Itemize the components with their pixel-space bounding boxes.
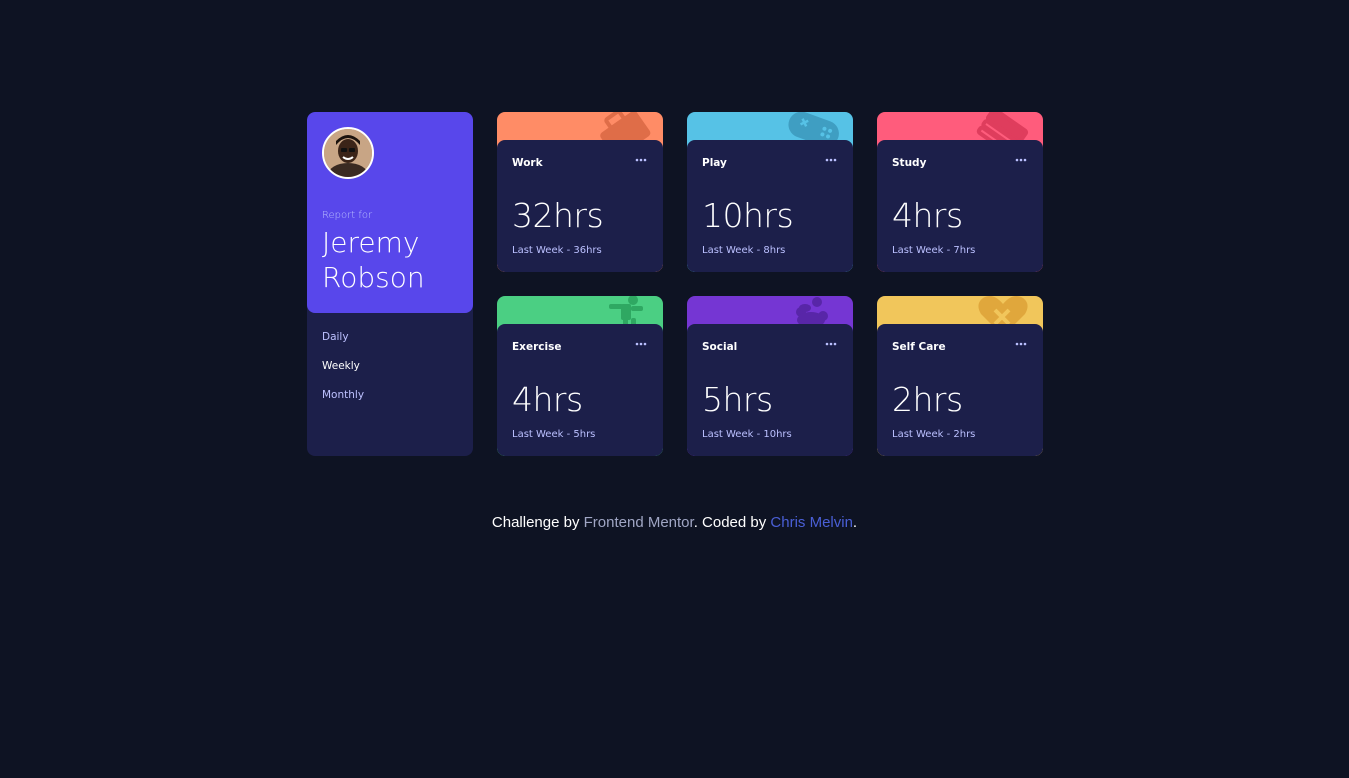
previous-hours: Last Week - 7hrs — [892, 245, 976, 256]
profile-card: Report for Jeremy Robson Daily Weekly Mo… — [307, 112, 473, 456]
period-weekly[interactable]: Weekly — [322, 360, 364, 389]
card-study: Study 4hrs Last Week - 7hrs — [877, 112, 1043, 272]
card-body[interactable]: Exercise 4hrs Last Week - 5hrs — [497, 324, 663, 456]
attribution-prefix: Challenge by — [491, 514, 584, 531]
profile-header: Report for Jeremy Robson — [307, 112, 473, 313]
frontend-mentor-link[interactable]: Frontend Mentor — [584, 514, 694, 531]
ellipsis-icon[interactable] — [1014, 339, 1028, 349]
card-social: Social 5hrs Last Week - 10hrs — [687, 296, 853, 456]
card-play: Play 10hrs Last Week - 8hrs — [687, 112, 853, 272]
previous-hours: Last Week - 8hrs — [702, 245, 786, 256]
attribution-suffix: . — [852, 514, 858, 531]
period-monthly[interactable]: Monthly — [322, 389, 364, 418]
user-name: Jeremy Robson — [322, 226, 425, 294]
current-hours: 32hrs — [512, 196, 604, 235]
card-title: Social — [702, 341, 738, 353]
author-link[interactable]: Chris Melvin — [770, 514, 853, 531]
card-title: Self Care — [892, 341, 946, 353]
card-body[interactable]: Self Care 2hrs Last Week - 2hrs — [877, 324, 1043, 456]
ellipsis-icon[interactable] — [634, 339, 648, 349]
ellipsis-icon[interactable] — [634, 155, 648, 165]
card-title: Work — [512, 157, 543, 169]
attribution-middle: . Coded by — [693, 514, 771, 531]
card-title: Play — [702, 157, 727, 169]
current-hours: 2hrs — [892, 380, 963, 419]
card-title: Study — [892, 157, 927, 169]
report-for-label: Report for — [322, 210, 373, 221]
previous-hours: Last Week - 2hrs — [892, 429, 976, 440]
card-exercise: Exercise 4hrs Last Week - 5hrs — [497, 296, 663, 456]
ellipsis-icon[interactable] — [1014, 155, 1028, 165]
ellipsis-icon[interactable] — [824, 339, 838, 349]
current-hours: 4hrs — [892, 196, 963, 235]
card-body[interactable]: Work 32hrs Last Week - 36hrs — [497, 140, 663, 272]
period-selector: Daily Weekly Monthly — [322, 331, 364, 418]
card-self-care: Self Care 2hrs Last Week - 2hrs — [877, 296, 1043, 456]
previous-hours: Last Week - 36hrs — [512, 245, 602, 256]
attribution: Challenge by Frontend Mentor. Coded by C… — [0, 514, 1349, 531]
card-body[interactable]: Play 10hrs Last Week - 8hrs — [687, 140, 853, 272]
previous-hours: Last Week - 10hrs — [702, 429, 792, 440]
card-body[interactable]: Study 4hrs Last Week - 7hrs — [877, 140, 1043, 272]
card-work: Work 32hrs Last Week - 36hrs — [497, 112, 663, 272]
current-hours: 4hrs — [512, 380, 583, 419]
avatar — [322, 127, 374, 179]
time-tracking-dashboard: Report for Jeremy Robson Daily Weekly Mo… — [307, 112, 1043, 456]
previous-hours: Last Week - 5hrs — [512, 429, 596, 440]
card-title: Exercise — [512, 341, 562, 353]
period-daily[interactable]: Daily — [322, 331, 364, 360]
ellipsis-icon[interactable] — [824, 155, 838, 165]
current-hours: 10hrs — [702, 196, 794, 235]
current-hours: 5hrs — [702, 380, 773, 419]
card-body[interactable]: Social 5hrs Last Week - 10hrs — [687, 324, 853, 456]
